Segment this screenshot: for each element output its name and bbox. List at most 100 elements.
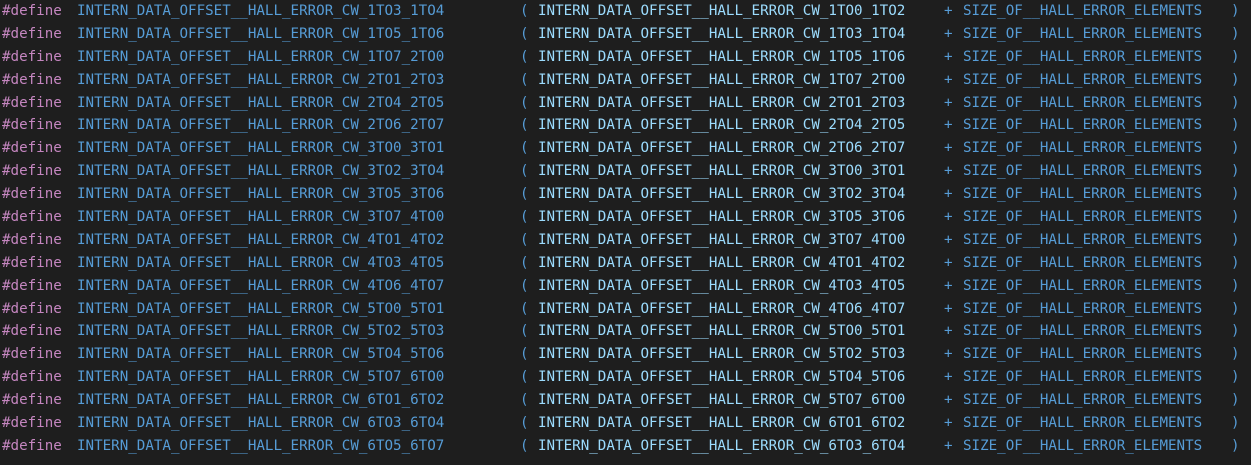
plus-operator: + (944, 437, 953, 454)
code-line[interactable]: #define INTERN_DATA_OFFSET__HALL_ERROR_CW… (0, 366, 1251, 389)
define-keyword: #define (2, 3, 62, 19)
plus-operator: + (944, 346, 953, 363)
plus-operator: + (944, 186, 953, 203)
code-line[interactable]: #define INTERN_DATA_OFFSET__HALL_ERROR_CW… (0, 69, 1251, 92)
plus-operator: + (944, 323, 953, 340)
code-line[interactable]: #define INTERN_DATA_OFFSET__HALL_ERROR_CW… (0, 320, 1251, 343)
macro-reference: INTERN_DATA_OFFSET__HALL_ERROR_CW_3TO0_3… (538, 163, 906, 180)
close-paren: ) (1231, 25, 1240, 42)
code-line[interactable]: #define INTERN_DATA_OFFSET__HALL_ERROR_CW… (0, 229, 1251, 252)
macro-reference: INTERN_DATA_OFFSET__HALL_ERROR_CW_3TO5_3… (538, 209, 906, 226)
define-keyword: #define (2, 71, 62, 88)
close-paren: ) (1231, 392, 1240, 409)
macro-reference: INTERN_DATA_OFFSET__HALL_ERROR_CW_6TO1_6… (538, 415, 906, 432)
macro-name: INTERN_DATA_OFFSET__HALL_ERROR_CW_2TO6_2… (77, 117, 445, 134)
open-paren: ( (520, 346, 529, 363)
code-line[interactable]: #define INTERN_DATA_OFFSET__HALL_ERROR_CW… (0, 435, 1251, 458)
plus-operator: + (944, 140, 953, 157)
open-paren: ( (520, 117, 529, 134)
macro-reference: INTERN_DATA_OFFSET__HALL_ERROR_CW_5TO0_5… (538, 323, 906, 340)
code-line[interactable]: #define INTERN_DATA_OFFSET__HALL_ERROR_CW… (0, 23, 1251, 46)
close-paren: ) (1231, 3, 1240, 19)
close-paren: ) (1231, 254, 1240, 271)
open-paren: ( (520, 209, 529, 226)
code-line[interactable]: #define INTERN_DATA_OFFSET__HALL_ERROR_CW… (0, 275, 1251, 298)
close-paren: ) (1231, 48, 1240, 65)
macro-reference: INTERN_DATA_OFFSET__HALL_ERROR_CW_1TO5_1… (538, 48, 906, 65)
macro-name: INTERN_DATA_OFFSET__HALL_ERROR_CW_4TO1_4… (77, 231, 445, 248)
open-paren: ( (520, 231, 529, 248)
open-paren: ( (520, 369, 529, 386)
macro-reference: INTERN_DATA_OFFSET__HALL_ERROR_CW_4TO3_4… (538, 277, 906, 294)
plus-operator: + (944, 117, 953, 134)
plus-operator: + (944, 392, 953, 409)
size-macro: SIZE_OF__HALL_ERROR_ELEMENTS (963, 277, 1203, 294)
macro-name: INTERN_DATA_OFFSET__HALL_ERROR_CW_5TO4_5… (77, 346, 445, 363)
macro-name: INTERN_DATA_OFFSET__HALL_ERROR_CW_1TO7_2… (77, 48, 445, 65)
size-macro: SIZE_OF__HALL_ERROR_ELEMENTS (963, 163, 1203, 180)
code-line[interactable]: #define INTERN_DATA_OFFSET__HALL_ERROR_CW… (0, 183, 1251, 206)
close-paren: ) (1231, 186, 1240, 203)
macro-name: INTERN_DATA_OFFSET__HALL_ERROR_CW_1TO3_1… (77, 3, 445, 19)
open-paren: ( (520, 140, 529, 157)
define-keyword: #define (2, 94, 62, 111)
macro-name: INTERN_DATA_OFFSET__HALL_ERROR_CW_4TO3_4… (77, 254, 445, 271)
close-paren: ) (1231, 323, 1240, 340)
size-macro: SIZE_OF__HALL_ERROR_ELEMENTS (963, 437, 1203, 454)
macro-name: INTERN_DATA_OFFSET__HALL_ERROR_CW_6TO1_6… (77, 392, 445, 409)
size-macro: SIZE_OF__HALL_ERROR_ELEMENTS (963, 209, 1203, 226)
code-line[interactable]: #define INTERN_DATA_OFFSET__HALL_ERROR_CW… (0, 412, 1251, 435)
define-keyword: #define (2, 209, 62, 226)
define-keyword: #define (2, 186, 62, 203)
macro-reference: INTERN_DATA_OFFSET__HALL_ERROR_CW_2TO6_2… (538, 140, 906, 157)
close-paren: ) (1231, 209, 1240, 226)
code-line[interactable]: #define INTERN_DATA_OFFSET__HALL_ERROR_CW… (0, 298, 1251, 321)
code-editor[interactable]: #define INTERN_DATA_OFFSET__HALL_ERROR_CW… (0, 0, 1251, 465)
macro-name: INTERN_DATA_OFFSET__HALL_ERROR_CW_3TO0_3… (77, 140, 445, 157)
macro-name: INTERN_DATA_OFFSET__HALL_ERROR_CW_1TO5_1… (77, 25, 445, 42)
open-paren: ( (520, 71, 529, 88)
plus-operator: + (944, 231, 953, 248)
plus-operator: + (944, 48, 953, 65)
macro-name: INTERN_DATA_OFFSET__HALL_ERROR_CW_3TO5_3… (77, 186, 445, 203)
macro-name: INTERN_DATA_OFFSET__HALL_ERROR_CW_6TO3_6… (77, 415, 445, 432)
macro-reference: INTERN_DATA_OFFSET__HALL_ERROR_CW_2TO1_2… (538, 94, 906, 111)
size-macro: SIZE_OF__HALL_ERROR_ELEMENTS (963, 392, 1203, 409)
close-paren: ) (1231, 369, 1240, 386)
define-keyword: #define (2, 415, 62, 432)
code-line[interactable]: #define INTERN_DATA_OFFSET__HALL_ERROR_CW… (0, 114, 1251, 137)
code-line[interactable]: #define INTERN_DATA_OFFSET__HALL_ERROR_CW… (0, 46, 1251, 69)
open-paren: ( (520, 300, 529, 317)
size-macro: SIZE_OF__HALL_ERROR_ELEMENTS (963, 369, 1203, 386)
macro-reference: INTERN_DATA_OFFSET__HALL_ERROR_CW_4TO6_4… (538, 300, 906, 317)
code-line[interactable]: #define INTERN_DATA_OFFSET__HALL_ERROR_CW… (0, 252, 1251, 275)
close-paren: ) (1231, 140, 1240, 157)
code-line[interactable]: #define INTERN_DATA_OFFSET__HALL_ERROR_CW… (0, 206, 1251, 229)
plus-operator: + (944, 163, 953, 180)
macro-reference: INTERN_DATA_OFFSET__HALL_ERROR_CW_5TO2_5… (538, 346, 906, 363)
size-macro: SIZE_OF__HALL_ERROR_ELEMENTS (963, 94, 1203, 111)
code-line[interactable]: #define INTERN_DATA_OFFSET__HALL_ERROR_CW… (0, 160, 1251, 183)
code-line[interactable]: #define INTERN_DATA_OFFSET__HALL_ERROR_CW… (0, 92, 1251, 115)
plus-operator: + (944, 415, 953, 432)
plus-operator: + (944, 25, 953, 42)
define-keyword: #define (2, 346, 62, 363)
code-line[interactable]: #define INTERN_DATA_OFFSET__HALL_ERROR_CW… (0, 137, 1251, 160)
size-macro: SIZE_OF__HALL_ERROR_ELEMENTS (963, 186, 1203, 203)
open-paren: ( (520, 48, 529, 65)
define-keyword: #define (2, 140, 62, 157)
size-macro: SIZE_OF__HALL_ERROR_ELEMENTS (963, 71, 1203, 88)
size-macro: SIZE_OF__HALL_ERROR_ELEMENTS (963, 231, 1203, 248)
code-line[interactable]: #define INTERN_DATA_OFFSET__HALL_ERROR_CW… (0, 343, 1251, 366)
macro-name: INTERN_DATA_OFFSET__HALL_ERROR_CW_5TO7_6… (77, 369, 445, 386)
macro-name: INTERN_DATA_OFFSET__HALL_ERROR_CW_2TO1_2… (77, 71, 445, 88)
macro-reference: INTERN_DATA_OFFSET__HALL_ERROR_CW_2TO4_2… (538, 117, 906, 134)
code-line[interactable]: #define INTERN_DATA_OFFSET__HALL_ERROR_CW… (0, 389, 1251, 412)
code-line[interactable]: #define INTERN_DATA_OFFSET__HALL_ERROR_CW… (0, 0, 1251, 23)
define-keyword: #define (2, 392, 62, 409)
macro-name: INTERN_DATA_OFFSET__HALL_ERROR_CW_6TO5_6… (77, 437, 445, 454)
define-keyword: #define (2, 48, 62, 65)
open-paren: ( (520, 163, 529, 180)
define-keyword: #define (2, 25, 62, 42)
define-keyword: #define (2, 369, 62, 386)
